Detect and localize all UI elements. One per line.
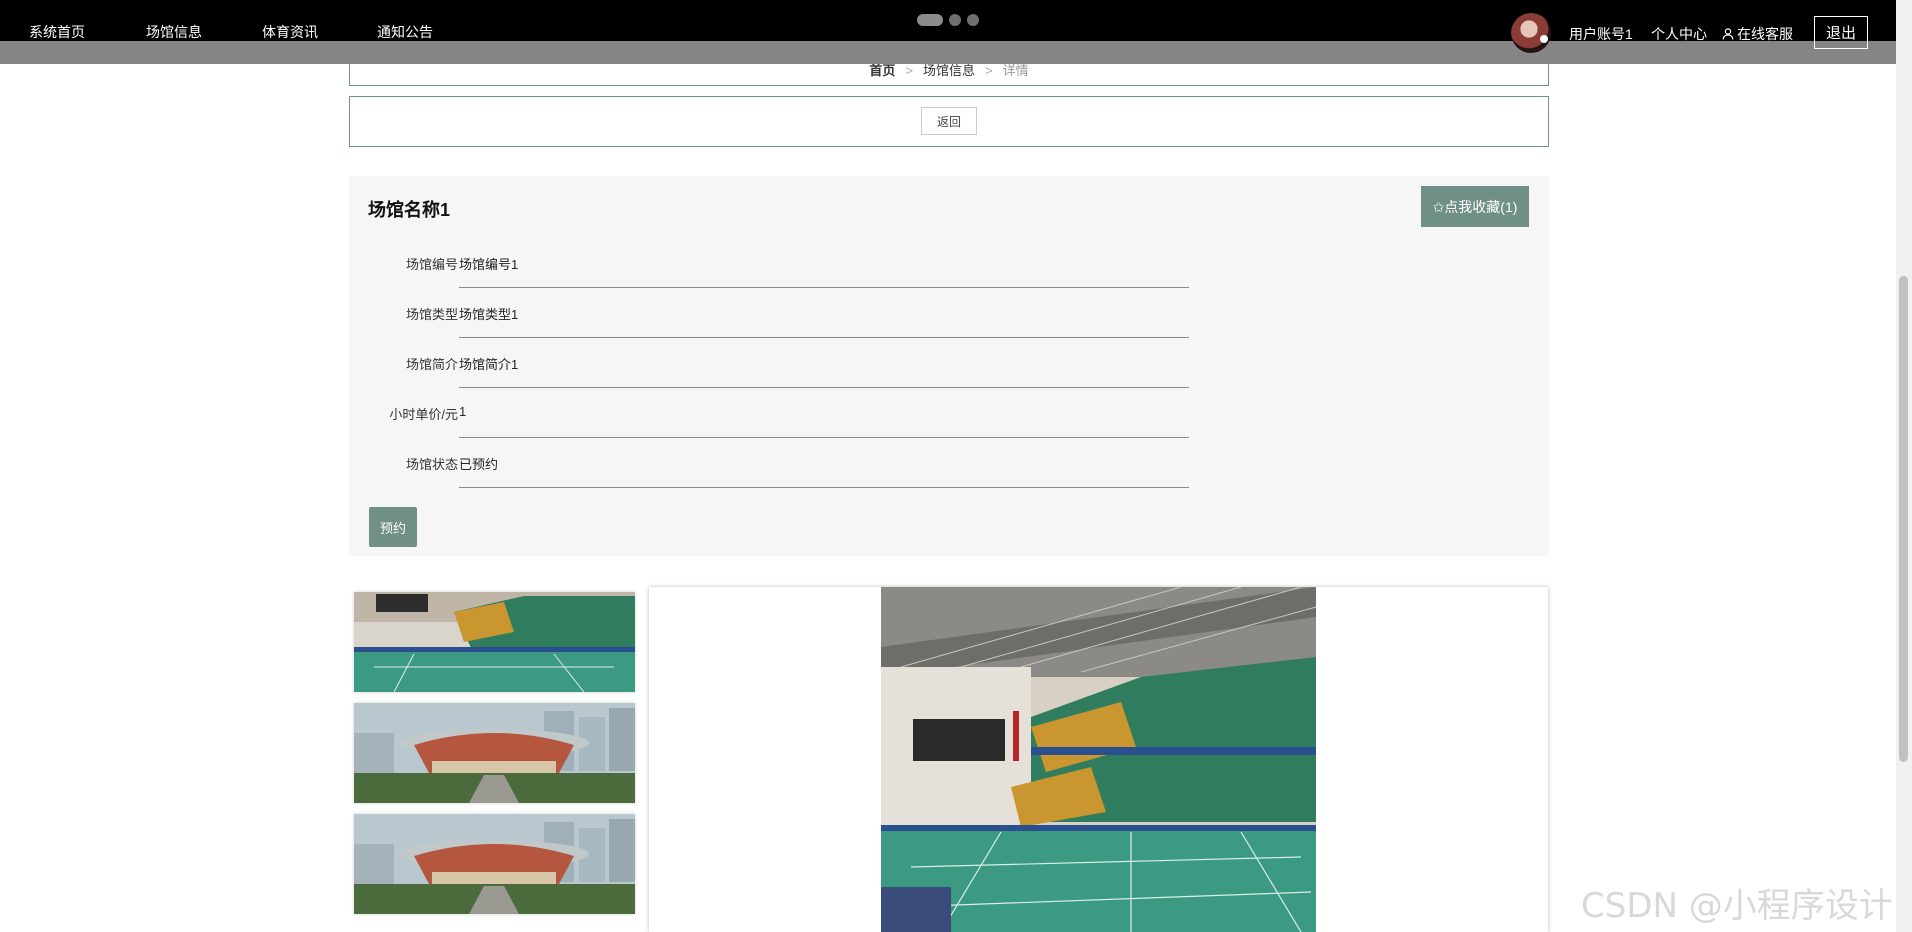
profile-link[interactable]: 个人中心: [1651, 24, 1707, 44]
main-venue-photo[interactable]: [881, 587, 1316, 932]
carousel-indicators: [917, 14, 979, 26]
arena-interior-image: [881, 587, 1316, 932]
field-value: 1: [459, 404, 467, 419]
field-row-venue-intro: 场馆简介 场馆简介1: [349, 338, 1189, 388]
favorite-button[interactable]: ✩点我收藏(1): [1421, 186, 1529, 227]
field-row-venue-status: 场馆状态 已预约: [349, 438, 1189, 488]
carousel-dot-2[interactable]: [949, 14, 961, 26]
carousel-dot-3[interactable]: [967, 14, 979, 26]
field-value: 场馆简介1: [459, 357, 519, 372]
venue-title: 场馆名称1: [368, 200, 451, 220]
nav-venue-link[interactable]: 场馆信息: [146, 22, 202, 42]
nav-home-link[interactable]: 系统首页: [29, 22, 85, 42]
field-label: 小时单价/元: [389, 407, 458, 422]
field-divider: [459, 487, 1189, 488]
arena-exterior-image: [354, 703, 635, 803]
nav-news-link[interactable]: 体育资讯: [262, 22, 318, 42]
arena-interior-image: [354, 592, 635, 692]
field-label: 场馆状态: [405, 457, 458, 472]
breadcrumb-section[interactable]: 场馆信息: [923, 63, 975, 78]
page-scrollbar[interactable]: [1896, 0, 1912, 932]
main-image-frame: [649, 587, 1548, 932]
breadcrumb-current: 详情: [1002, 63, 1029, 78]
breadcrumb-home[interactable]: 首页: [869, 63, 895, 78]
user-avatar[interactable]: [1511, 13, 1551, 53]
user-account-link[interactable]: 用户账号1: [1569, 24, 1633, 44]
arena-exterior-image: [354, 814, 635, 914]
field-row-hourly-price: 小时单价/元 1: [349, 388, 1189, 438]
top-navigation-strip: [0, 41, 1896, 64]
book-button[interactable]: 预约: [369, 507, 417, 547]
field-label: 场馆编号: [405, 257, 458, 272]
back-button[interactable]: 返回: [921, 107, 977, 135]
field-value: 场馆类型1: [459, 307, 519, 322]
venue-detail-panel: 场馆名称1 ✩点我收藏(1) 场馆编号 场馆编号1 场馆类型 场馆类型1 场馆简…: [349, 176, 1549, 556]
gallery-thumbnail-3[interactable]: [354, 814, 635, 914]
breadcrumb-separator: >: [985, 63, 993, 78]
back-bar: 返回: [349, 96, 1549, 147]
field-value: 场馆编号1: [459, 257, 519, 272]
user-icon: [1722, 28, 1734, 40]
online-service-link[interactable]: 在线客服: [1722, 24, 1793, 44]
nav-notice-link[interactable]: 通知公告: [377, 22, 433, 42]
gallery-thumbnail-1[interactable]: [354, 592, 635, 692]
field-value: 已预约: [459, 457, 499, 472]
scrollbar-thumb[interactable]: [1899, 276, 1908, 762]
watermark-text: CSDN @小程序设计: [1581, 886, 1893, 926]
gallery-thumbnail-2[interactable]: [354, 703, 635, 803]
field-label: 场馆类型: [405, 307, 458, 322]
breadcrumb-separator: >: [905, 63, 913, 78]
carousel-dot-1[interactable]: [917, 14, 943, 26]
avatar-status-dot: [1540, 35, 1548, 43]
field-row-venue-code: 场馆编号 场馆编号1: [349, 238, 1189, 288]
field-label: 场馆简介: [405, 357, 458, 372]
field-row-venue-type: 场馆类型 场馆类型1: [349, 288, 1189, 338]
logout-button[interactable]: 退出: [1814, 16, 1868, 49]
online-service-label: 在线客服: [1737, 26, 1793, 42]
